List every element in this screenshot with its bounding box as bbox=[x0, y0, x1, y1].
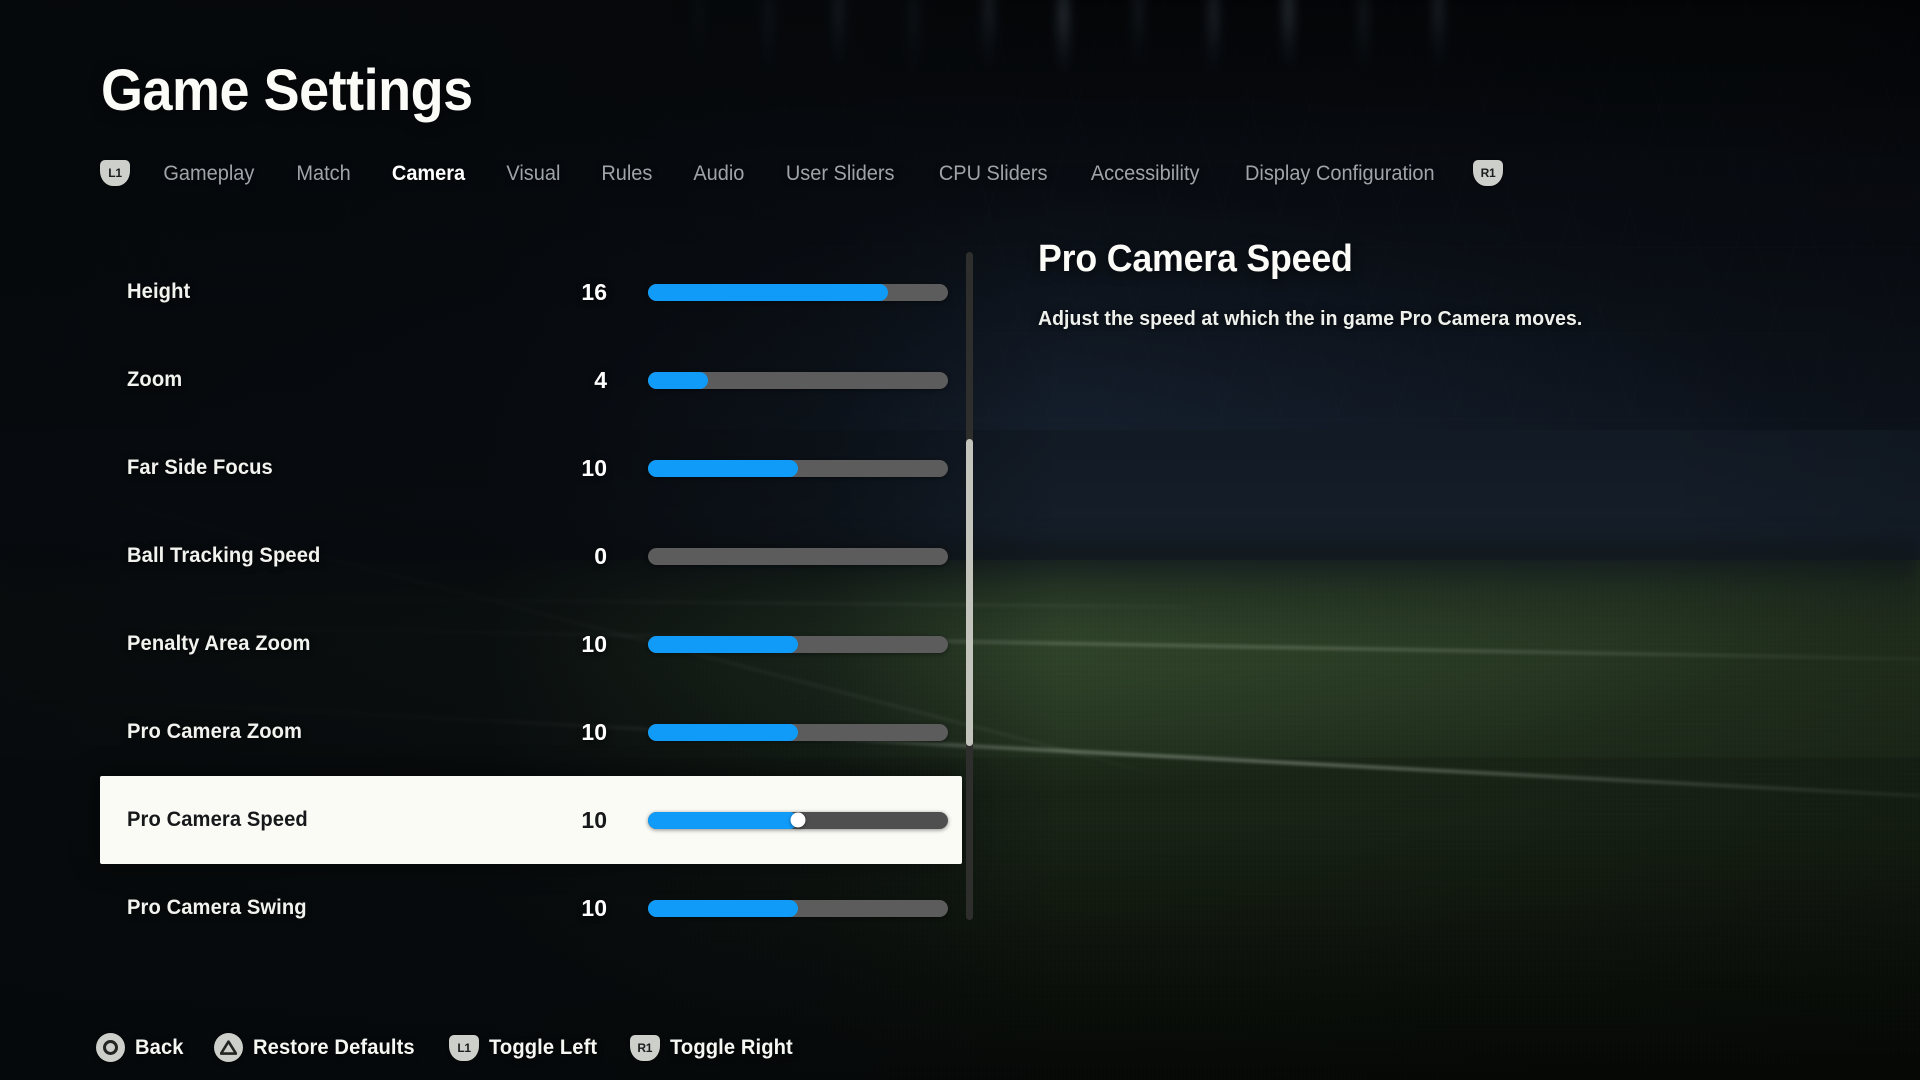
button-hint-label: Toggle Right bbox=[669, 1035, 793, 1059]
r1-bumper-icon: R1 bbox=[629, 1034, 660, 1061]
tab-accessibility[interactable]: Accessibility bbox=[1073, 163, 1218, 184]
setting-value: 4 bbox=[594, 366, 607, 393]
setting-label: Height bbox=[127, 280, 191, 303]
setting-label: Ball Tracking Speed bbox=[127, 544, 321, 567]
setting-slider[interactable] bbox=[648, 723, 948, 741]
setting-row[interactable]: Height 16 bbox=[100, 248, 962, 336]
setting-label: Far Side Focus bbox=[127, 456, 273, 479]
button-hints-bar: Back Restore Defaults L1 Toggle Left R1 Toggl… bbox=[96, 1033, 826, 1062]
setting-value: 10 bbox=[581, 718, 607, 745]
r1-bumper-icon[interactable]: R1 bbox=[1472, 160, 1503, 186]
setting-slider[interactable] bbox=[648, 635, 948, 653]
button-hint[interactable]: R1 Toggle Right bbox=[629, 1034, 798, 1061]
setting-row[interactable]: Pro Camera Zoom 10 bbox=[100, 688, 962, 776]
slider-fill bbox=[648, 283, 888, 301]
setting-value: 16 bbox=[581, 278, 607, 305]
detail-panel: Pro Camera Speed Adjust the speed at whi… bbox=[1038, 238, 1798, 331]
l1-bumper-icon: L1 bbox=[449, 1034, 480, 1061]
slider-fill bbox=[648, 811, 798, 829]
setting-value: 10 bbox=[581, 894, 607, 921]
setting-label: Zoom bbox=[127, 368, 183, 391]
l1-bumper-icon[interactable]: L1 bbox=[100, 160, 130, 186]
setting-value: 10 bbox=[581, 454, 607, 481]
button-hint[interactable]: Back bbox=[96, 1033, 186, 1062]
slider-thumb[interactable] bbox=[790, 812, 806, 828]
setting-row[interactable]: Pro Camera Swing 10 bbox=[100, 864, 962, 952]
setting-row[interactable]: Far Side Focus 10 bbox=[100, 424, 962, 512]
setting-label: Penalty Area Zoom bbox=[127, 632, 311, 655]
detail-description: Adjust the speed at which the in game Pr… bbox=[1038, 307, 1583, 330]
setting-label: Pro Camera Zoom bbox=[127, 720, 303, 743]
setting-row[interactable]: Ball Tracking Speed 0 bbox=[100, 512, 962, 600]
circle-glyph bbox=[103, 1040, 118, 1055]
button-hint-label: Toggle Left bbox=[489, 1035, 598, 1059]
setting-slider[interactable] bbox=[648, 371, 948, 389]
setting-value: 0 bbox=[594, 542, 607, 569]
page-title: Game Settings bbox=[101, 58, 473, 123]
setting-label: Pro Camera Speed bbox=[127, 808, 308, 831]
button-hint[interactable]: L1 Toggle Left bbox=[449, 1034, 602, 1061]
button-hint-label: Back bbox=[135, 1035, 184, 1059]
slider-fill bbox=[648, 459, 798, 477]
tab-cpu-sliders[interactable]: CPU Sliders bbox=[920, 163, 1065, 184]
triangle-glyph bbox=[219, 1040, 237, 1055]
setting-label: Pro Camera Swing bbox=[127, 896, 307, 919]
list-scrollbar-track[interactable] bbox=[966, 252, 973, 920]
slider-fill bbox=[648, 635, 798, 653]
slider-fill bbox=[648, 899, 798, 917]
setting-slider[interactable] bbox=[648, 811, 948, 829]
settings-list[interactable]: Height 16 Zoom 4 Far Side Focus 10 Ball Tracki… bbox=[100, 248, 962, 923]
setting-value: 10 bbox=[581, 630, 607, 657]
setting-row[interactable]: Penalty Area Zoom 10 bbox=[100, 600, 962, 688]
setting-slider[interactable] bbox=[648, 547, 948, 565]
tab-audio[interactable]: Audio bbox=[675, 163, 762, 184]
slider-fill bbox=[648, 371, 708, 389]
button-hint[interactable]: Restore Defaults bbox=[213, 1033, 421, 1062]
button-hint-label: Restore Defaults bbox=[252, 1035, 415, 1059]
tab-display-configuration[interactable]: Display Configuration bbox=[1227, 163, 1453, 184]
tab-camera[interactable]: Camera bbox=[374, 163, 483, 184]
settings-tab-bar[interactable]: L1 Gameplay Match Camera Visual Rules Audio Use… bbox=[100, 160, 1503, 186]
tab-user-sliders[interactable]: User Sliders bbox=[768, 163, 913, 184]
circle-button-icon bbox=[96, 1033, 125, 1062]
detail-title: Pro Camera Speed bbox=[1038, 238, 1353, 280]
setting-value: 10 bbox=[581, 806, 607, 833]
setting-row[interactable]: Pro Camera Speed 10 bbox=[100, 776, 962, 864]
setting-slider[interactable] bbox=[648, 283, 948, 301]
setting-row[interactable]: Zoom 4 bbox=[100, 336, 962, 424]
triangle-button-icon bbox=[213, 1033, 243, 1062]
tab-match[interactable]: Match bbox=[278, 163, 368, 184]
slider-fill bbox=[648, 723, 798, 741]
tab-rules[interactable]: Rules bbox=[583, 163, 670, 184]
setting-slider[interactable] bbox=[648, 899, 948, 917]
tab-visual[interactable]: Visual bbox=[488, 163, 578, 184]
tab-gameplay[interactable]: Gameplay bbox=[145, 163, 272, 184]
setting-slider[interactable] bbox=[648, 459, 948, 477]
list-scrollbar-thumb[interactable] bbox=[966, 439, 973, 747]
